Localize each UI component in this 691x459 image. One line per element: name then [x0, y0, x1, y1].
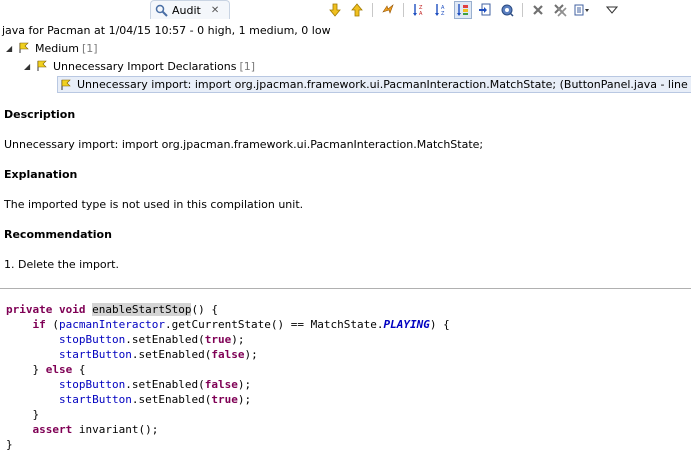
code-text: .setEnabled( [125, 333, 205, 346]
flag-icon [37, 60, 47, 71]
code-text: () { [191, 303, 218, 316]
view-menu-icon[interactable] [573, 1, 591, 19]
code-keyword: false [204, 378, 238, 391]
code-text: } [6, 438, 13, 451]
audit-summary: java for Pacman at 1/04/15 10:57 - 0 hig… [2, 24, 331, 37]
code-text: { [72, 363, 86, 376]
settings-icon[interactable] [498, 1, 516, 19]
collapse-triangle-icon[interactable]: ◢ [24, 62, 34, 71]
delete-all-icon[interactable] [551, 1, 569, 19]
delete-icon[interactable] [529, 1, 547, 19]
tree-node-medium[interactable]: ◢ Medium [1] [6, 40, 98, 56]
code-text: ); [237, 393, 252, 406]
code-keyword: false [211, 348, 245, 361]
close-icon[interactable]: ✕ [211, 5, 219, 16]
code-text: ( [45, 318, 59, 331]
tree-node-label: Unnecessary Import Declarations [53, 59, 237, 73]
more-menu-icon[interactable] [603, 1, 621, 19]
code-text: ); [231, 333, 245, 346]
tree-node-label: Medium [35, 41, 79, 55]
code-snippet: private void enableStartStop() { if (pac… [6, 302, 450, 452]
explanation-heading: Explanation [4, 168, 78, 181]
code-text: ); [244, 348, 258, 361]
tree-node-count: [1] [81, 41, 98, 55]
description-text: Unnecessary import: import org.jpacman.f… [4, 138, 484, 151]
divider [0, 288, 691, 289]
code-text: ) { [429, 318, 450, 331]
flag-icon [19, 42, 29, 53]
explanation-text: The imported type is not used in this co… [4, 198, 304, 211]
refresh-icon[interactable] [379, 1, 397, 19]
tree-node-count: [1] [239, 59, 256, 73]
arrow-up-icon[interactable] [348, 1, 366, 19]
code-field: startButton [58, 348, 132, 361]
code-field: stopButton [58, 333, 126, 346]
recommendation-heading: Recommendation [4, 228, 112, 241]
code-method-name: enableStartStop [92, 303, 192, 316]
tab-label: Audit [172, 3, 201, 17]
code-field: pacmanInteractor [59, 318, 165, 331]
view-toolbar-area: Audit ✕ ZA AZ [0, 0, 691, 20]
collapse-triangle-icon[interactable]: ◢ [6, 44, 16, 53]
tab-audit[interactable]: Audit ✕ [150, 0, 230, 19]
tree-node-label: Unnecessary import: import org.jpacman.f… [77, 78, 691, 91]
toolbar-separator [372, 2, 373, 17]
audit-view-icon [155, 4, 168, 17]
code-field: startButton [58, 393, 132, 406]
code-text: ); [237, 378, 252, 391]
code-keyword: else [45, 363, 73, 376]
svg-text:A: A [419, 11, 423, 17]
description-heading: Description [4, 108, 76, 121]
code-text: .setEnabled( [131, 348, 212, 361]
code-keyword: if [32, 318, 46, 331]
arrow-down-icon[interactable] [326, 1, 344, 19]
export-icon[interactable] [476, 1, 494, 19]
audit-toolbar: ZA AZ [326, 0, 625, 19]
code-text: } [32, 408, 40, 421]
flag-icon [61, 79, 71, 90]
filter-severity-icon[interactable] [454, 0, 472, 19]
tree-node-category[interactable]: ◢ Unnecessary Import Declarations [1] [24, 58, 255, 74]
sort-alpha-asc-icon[interactable]: AZ [432, 1, 450, 19]
code-field: stopButton [58, 378, 126, 391]
code-keyword: true [204, 333, 232, 346]
recommendation-text: 1. Delete the import. [4, 258, 119, 271]
toolbar-separator [403, 2, 404, 17]
code-keyword: private void [6, 303, 86, 316]
code-text: .getCurrentState() == MatchState. [164, 318, 384, 331]
sort-alpha-desc-icon[interactable]: ZA [410, 1, 428, 19]
code-text: .setEnabled( [125, 378, 205, 391]
code-constant: PLAYING [383, 318, 430, 331]
code-text: .setEnabled( [131, 393, 212, 406]
toolbar-separator [522, 2, 523, 17]
tree-node-issue[interactable]: Unnecessary import: import org.jpacman.f… [57, 76, 691, 93]
svg-text:Z: Z [441, 11, 445, 17]
code-text: invariant(); [72, 423, 159, 436]
code-keyword: true [211, 393, 238, 406]
code-text: } [32, 363, 46, 376]
code-keyword: assert [32, 423, 73, 436]
